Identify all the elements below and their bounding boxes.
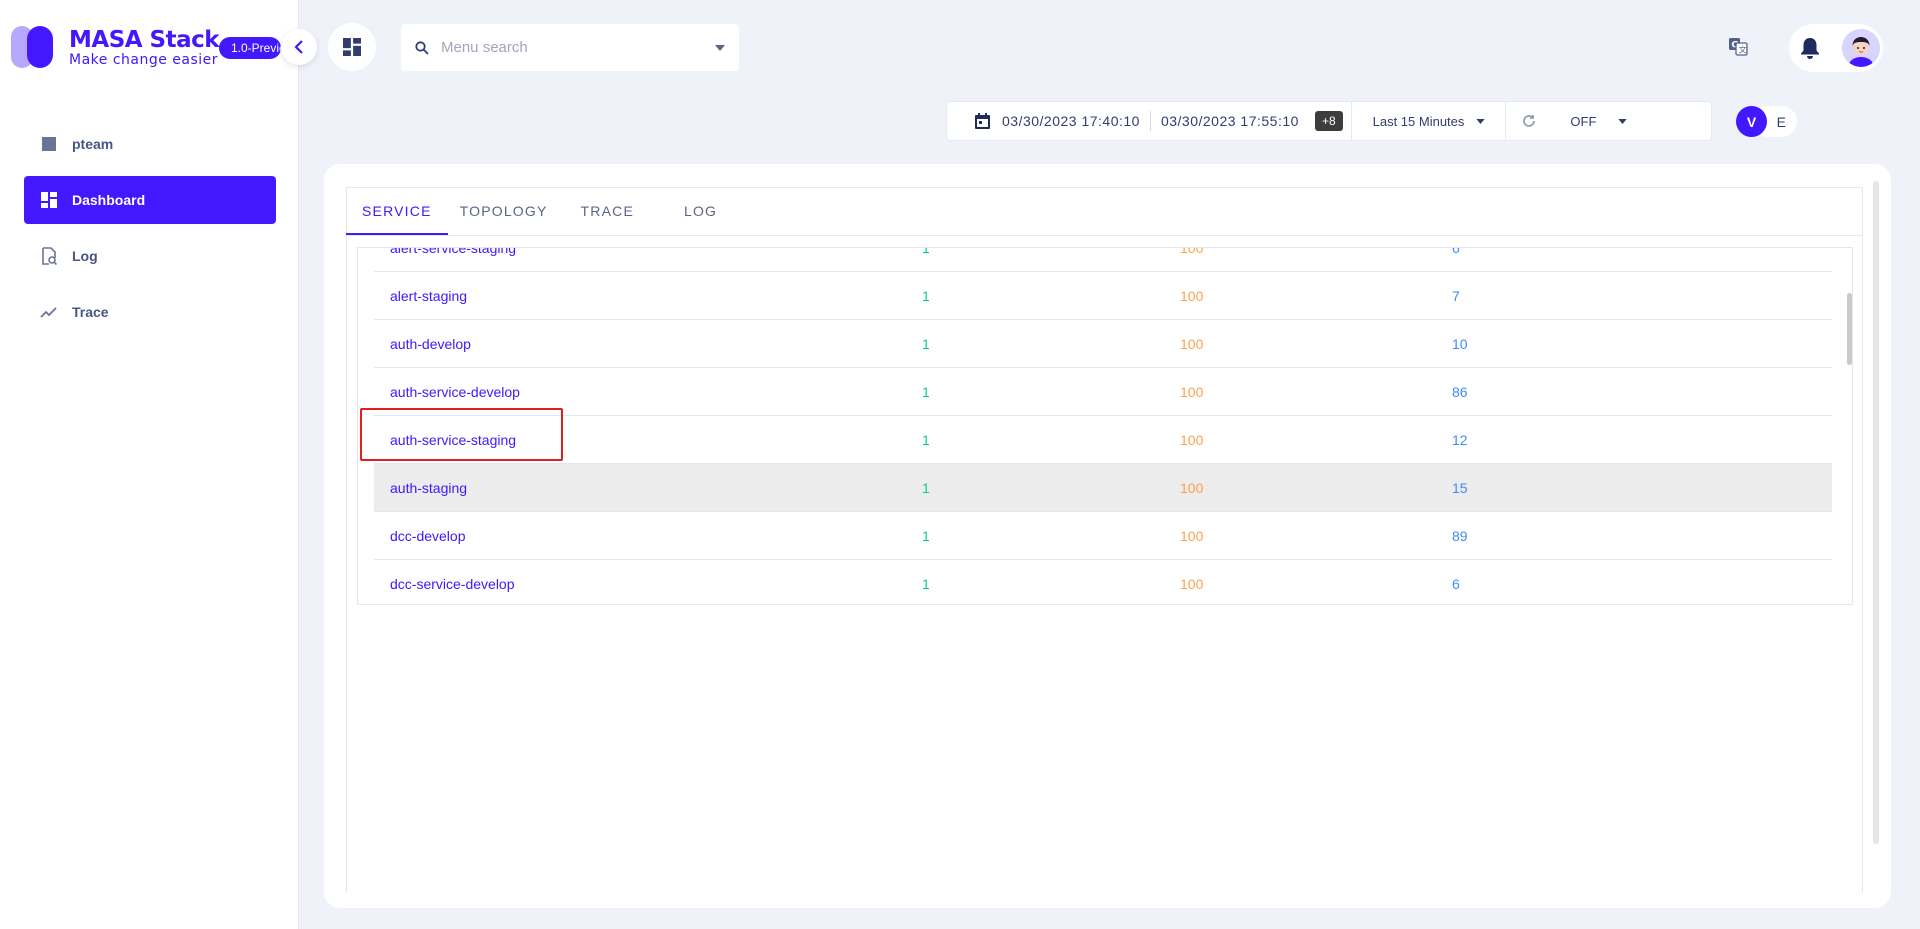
service-name-link[interactable]: auth-develop bbox=[374, 336, 922, 352]
tab-trace[interactable]: TRACE bbox=[565, 187, 670, 235]
trend-icon bbox=[40, 303, 58, 321]
sidebar-item-label: Dashboard bbox=[72, 192, 146, 208]
tab-log[interactable]: LOG bbox=[670, 187, 733, 235]
mode-toggle-v[interactable]: V bbox=[1736, 106, 1767, 137]
app-title: MASA Stack bbox=[69, 27, 220, 53]
refresh-icon[interactable] bbox=[1522, 114, 1536, 128]
dashboard-icon bbox=[40, 191, 58, 209]
service-count: 1 bbox=[922, 576, 930, 592]
service-count: 1 bbox=[922, 431, 930, 448]
service-name-link[interactable]: alert-service-staging bbox=[374, 248, 922, 256]
table-row[interactable]: auth-service-staging 1 100 12 bbox=[374, 416, 1832, 464]
sidebar-nav: pteam Dashboard Log Trace bbox=[24, 120, 276, 344]
page-scrollbar[interactable] bbox=[1873, 181, 1879, 844]
user-area bbox=[1789, 24, 1883, 72]
service-percent: 100 bbox=[1180, 247, 1204, 256]
table-scrollbar-thumb[interactable] bbox=[1847, 293, 1852, 365]
service-metric: 12 bbox=[1452, 431, 1468, 448]
time-range-toolbar: 03/30/2023 17:40:10 03/30/2023 17:55:10 … bbox=[946, 101, 1712, 141]
service-metric: 6 bbox=[1452, 247, 1460, 256]
search-icon bbox=[415, 40, 429, 55]
masa-logo-icon bbox=[11, 24, 57, 70]
highlight-annotation bbox=[360, 408, 563, 461]
table-row[interactable]: auth-develop 1 100 10 bbox=[374, 320, 1832, 368]
service-name-link[interactable]: alert-staging bbox=[374, 288, 922, 304]
dashboard-icon bbox=[343, 38, 361, 56]
service-count: 1 bbox=[922, 383, 930, 400]
chevron-down-icon bbox=[1476, 118, 1486, 124]
service-percent: 100 bbox=[1180, 431, 1204, 448]
bell-icon[interactable] bbox=[1799, 36, 1821, 60]
table-row[interactable]: dcc-develop 1 100 89 bbox=[374, 512, 1832, 560]
service-metric: 10 bbox=[1452, 335, 1468, 352]
menu-search bbox=[401, 24, 739, 71]
service-metric: 86 bbox=[1452, 383, 1468, 400]
service-name-link[interactable]: dcc-service-develop bbox=[374, 576, 922, 592]
service-name-link[interactable]: auth-staging bbox=[374, 480, 922, 496]
service-metric: 15 bbox=[1452, 479, 1468, 496]
refresh-interval-select[interactable]: OFF bbox=[1536, 102, 1628, 140]
service-percent: 100 bbox=[1180, 383, 1204, 400]
calendar-icon[interactable] bbox=[975, 113, 990, 129]
service-name-link[interactable]: auth-service-develop bbox=[374, 384, 922, 400]
tab-topology[interactable]: TOPOLOGY bbox=[448, 187, 565, 235]
table-row[interactable]: alert-staging 1 100 7 bbox=[374, 272, 1832, 320]
service-table: alert-service-staging 1 100 6 alert-stag… bbox=[357, 247, 1853, 605]
translate-icon: G 文 bbox=[1729, 38, 1748, 56]
service-percent: 100 bbox=[1180, 479, 1204, 496]
tab-divider bbox=[346, 235, 1863, 236]
sidebar-item-dashboard[interactable]: Dashboard bbox=[24, 176, 276, 224]
version-badge: 1.0-Preview bbox=[219, 37, 281, 59]
sidebar-item-pteam[interactable]: pteam bbox=[24, 120, 276, 168]
service-percent: 100 bbox=[1180, 335, 1204, 352]
tab-service[interactable]: SERVICE bbox=[346, 187, 448, 235]
square-icon bbox=[40, 135, 58, 153]
language-button[interactable]: G 文 bbox=[1720, 28, 1756, 64]
service-percent: 100 bbox=[1180, 527, 1204, 544]
tab-bar: SERVICE TOPOLOGY TRACE LOG bbox=[346, 187, 733, 235]
search-input[interactable] bbox=[441, 39, 715, 56]
timezone-badge[interactable]: +8 bbox=[1314, 111, 1343, 131]
quick-range-select[interactable]: Last 15 Minutes bbox=[1352, 102, 1506, 140]
service-count: 1 bbox=[922, 479, 930, 496]
sidebar-item-log[interactable]: Log bbox=[24, 232, 276, 280]
table-row[interactable]: dcc-service-develop 1 100 6 bbox=[374, 560, 1832, 604]
service-count: 1 bbox=[922, 335, 930, 352]
svg-text:文: 文 bbox=[1739, 45, 1747, 55]
sidebar: MASA Stack Make change easier 1.0-Previe… bbox=[0, 0, 299, 929]
dashboard-shortcut-button[interactable] bbox=[328, 23, 376, 71]
user-avatar-icon bbox=[1842, 29, 1880, 67]
log-search-icon bbox=[40, 247, 58, 265]
chevron-left-icon bbox=[294, 40, 303, 54]
logo[interactable]: MASA Stack Make change easier bbox=[11, 24, 220, 70]
service-metric: 89 bbox=[1452, 527, 1468, 544]
quick-range-value: Last 15 Minutes bbox=[1372, 113, 1465, 129]
collapse-sidebar-button[interactable] bbox=[281, 29, 317, 65]
service-percent: 100 bbox=[1180, 287, 1204, 304]
service-name-link[interactable]: dcc-develop bbox=[374, 528, 922, 544]
chevron-down-icon[interactable] bbox=[715, 44, 725, 51]
service-count: 1 bbox=[922, 527, 930, 544]
refresh-interval-value: OFF bbox=[1570, 113, 1597, 129]
service-count: 1 bbox=[922, 247, 930, 256]
table-row[interactable]: alert-service-staging 1 100 6 bbox=[374, 247, 1832, 272]
app-subtitle: Make change easier bbox=[69, 52, 219, 68]
time-divider bbox=[1149, 111, 1151, 131]
service-metric: 6 bbox=[1452, 576, 1460, 592]
sidebar-item-label: Trace bbox=[72, 304, 109, 320]
start-time[interactable]: 03/30/2023 17:40:10 bbox=[1002, 113, 1140, 129]
service-metric: 7 bbox=[1452, 287, 1460, 304]
service-percent: 100 bbox=[1180, 576, 1204, 592]
avatar[interactable] bbox=[1842, 29, 1880, 67]
chevron-down-icon bbox=[1618, 118, 1628, 124]
sidebar-item-trace[interactable]: Trace bbox=[24, 288, 276, 336]
table-row[interactable]: auth-staging 1 100 15 bbox=[374, 464, 1832, 512]
end-time[interactable]: 03/30/2023 17:55:10 bbox=[1161, 113, 1299, 129]
sidebar-item-label: pteam bbox=[72, 136, 114, 152]
table-row[interactable]: auth-service-develop 1 100 86 bbox=[374, 368, 1832, 416]
service-count: 1 bbox=[922, 287, 930, 304]
sidebar-item-label: Log bbox=[72, 248, 98, 264]
